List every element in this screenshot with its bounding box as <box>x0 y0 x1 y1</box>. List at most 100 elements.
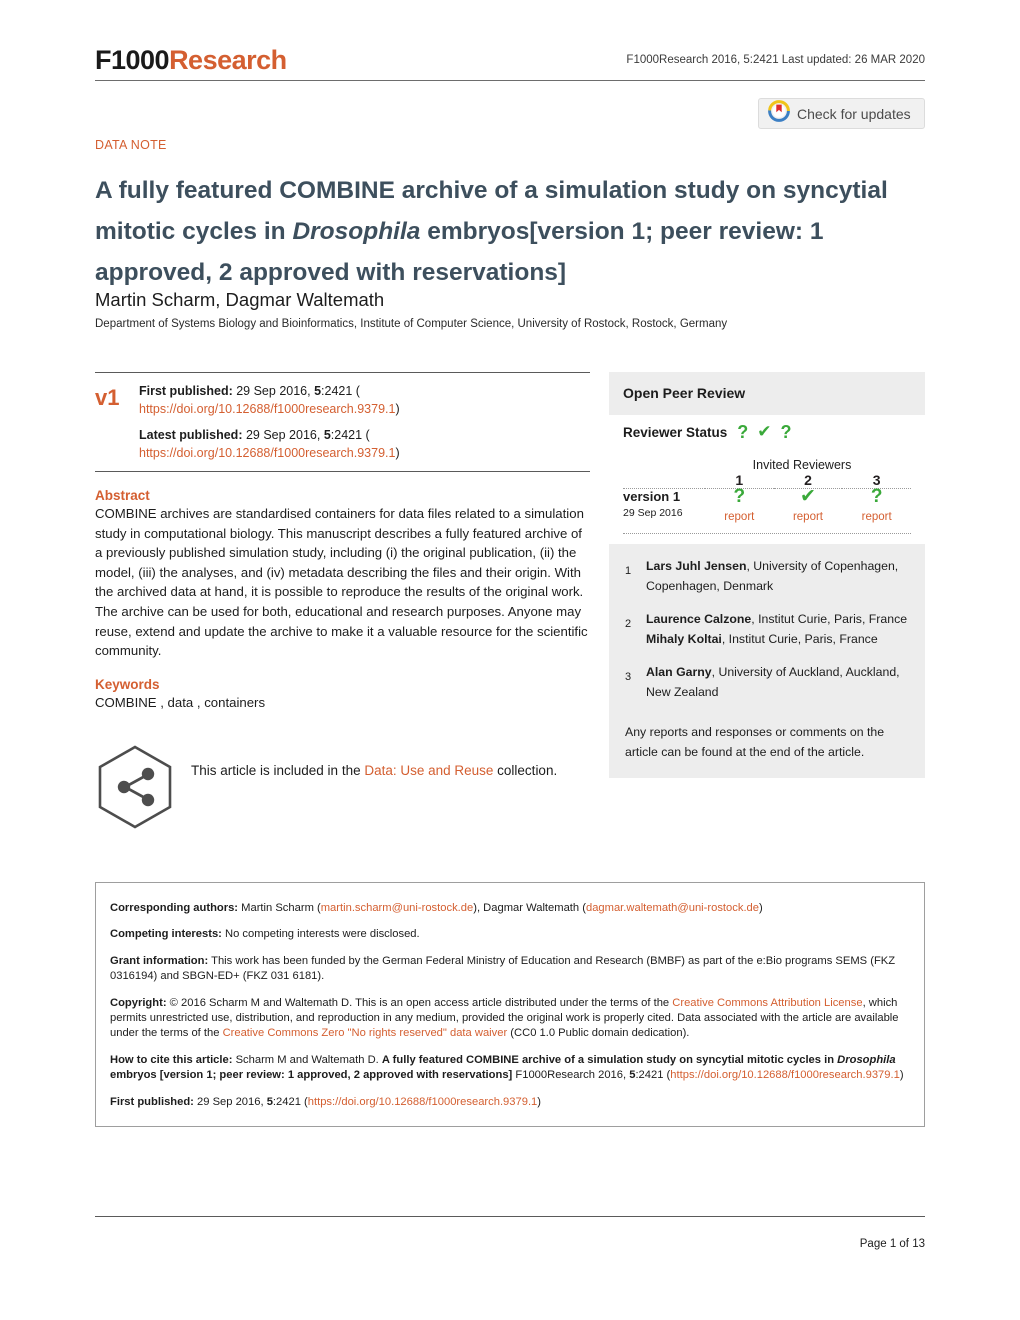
collection-prefix: This article is included in the <box>191 763 365 779</box>
corresponding-email-1[interactable]: martin.scharm@uni-rostock.de <box>321 902 474 914</box>
corresponding-email-2[interactable]: dagmar.waltemath@uni-rostock.de <box>586 902 759 914</box>
reviewer-details: Lars Juhl Jensen, University of Copenhag… <box>646 556 911 596</box>
first-published-block: First published: 29 Sep 2016, 5:2421 ( h… <box>139 383 590 418</box>
latest-published-doi-link[interactable]: https://doi.org/10.12688/f1000research.9… <box>139 446 395 460</box>
table-corner-spacer <box>623 472 705 489</box>
report-link-3[interactable]: report <box>842 511 911 523</box>
how-to-cite-line: How to cite this article: Scharm M and W… <box>110 1053 912 1084</box>
reviewer-affiliation-secondary: , Institut Curie, Paris, France <box>721 632 878 646</box>
invited-reviewers-label: Invited Reviewers <box>752 458 852 472</box>
latest-published-label: Latest published: <box>139 428 243 442</box>
reviewer-details: Alan Garny, University of Auckland, Auck… <box>646 662 911 702</box>
first-published-date: 29 Sep 2016, <box>232 384 315 398</box>
reviewer-table: Invited Reviewers 1 2 3 version 1 29 Sep… <box>609 450 925 544</box>
version-date: 29 Sep 2016 <box>623 507 683 519</box>
left-column: v1 First published: 29 Sep 2016, 5:2421 … <box>95 372 590 830</box>
question-mark-icon: ? <box>870 486 883 507</box>
reviewer-number: 2 <box>625 618 632 630</box>
competing-interests-text: No competing interests were disclosed. <box>221 928 420 941</box>
first-published-footer-label: First published: <box>110 1095 194 1108</box>
document-page: F1000Research F1000Research 2016, 5:2421… <box>0 0 1020 1320</box>
how-to-cite-journal: F1000Research 2016, <box>512 1069 630 1082</box>
check-mark-icon: ✔ <box>757 422 772 441</box>
keywords-heading: Keywords <box>95 676 160 692</box>
first-published-doi-link[interactable]: https://doi.org/10.12688/f1000research.9… <box>139 402 395 416</box>
page-number: Page 1 of 13 <box>859 1238 925 1250</box>
version-label: version 1 <box>623 489 681 504</box>
copyright-label: Copyright: <box>110 996 167 1009</box>
peer-review-footnote: Any reports and responses or comments on… <box>609 718 925 778</box>
table-bottom-divider <box>623 533 911 534</box>
corresponding-authors-line: Corresponding authors: Martin Scharm (ma… <box>110 901 912 916</box>
masthead-citation-meta: F1000Research 2016, 5:2421 Last updated:… <box>626 54 925 66</box>
footer-divider <box>95 1216 925 1217</box>
how-to-cite-issue: :2421 ( <box>635 1069 671 1082</box>
reviewer-3-cell: ? report <box>842 486 911 523</box>
masthead-divider <box>95 80 925 81</box>
share-network-hexagon-icon <box>95 744 175 830</box>
page-title: A fully featured COMBINE archive of a si… <box>95 170 907 293</box>
check-for-updates-button[interactable]: Check for updates <box>758 98 925 129</box>
open-peer-review-heading: Open Peer Review <box>609 372 925 415</box>
first-published-volume: 5 <box>314 384 322 398</box>
competing-interests-label: Competing interests: <box>110 928 222 941</box>
reviewer-name[interactable]: Laurence Calzone <box>646 612 751 626</box>
first-published-issue: :2421 ( <box>321 384 360 398</box>
collection-suffix: collection. <box>493 763 558 779</box>
list-item: 2 Laurence Calzone, Institut Curie, Pari… <box>625 609 911 649</box>
version-badge: v1 <box>95 385 120 410</box>
first-published-footer-issue: :2421 ( <box>272 1095 308 1108</box>
copyright-text-3: (CC0 1.0 Public domain dedication). <box>507 1027 690 1040</box>
report-link-2[interactable]: report <box>774 511 843 523</box>
version-cell: version 1 29 Sep 2016 <box>623 489 705 523</box>
grant-information-line: Grant information: This work has been fu… <box>110 954 912 985</box>
how-to-cite-doi-link[interactable]: https://doi.org/10.12688/f1000research.9… <box>670 1069 900 1081</box>
reviewer-secondary: Mihaly Koltai, Institut Curie, Paris, Fr… <box>646 629 911 649</box>
first-published-footer-date: 29 Sep 2016, <box>193 1095 267 1108</box>
how-to-cite-title-1: A fully featured COMBINE archive of a si… <box>381 1053 838 1066</box>
collection-link[interactable]: Data: Use and Reuse <box>364 763 493 778</box>
collection-banner: This article is included in the Data: Us… <box>95 742 590 830</box>
latest-published-volume: 5 <box>323 428 331 442</box>
f1000research-logo: F1000Research <box>95 46 287 74</box>
latest-published-paren: ) <box>395 445 400 460</box>
open-peer-review-panel: Open Peer Review Reviewer Status ? ✔ ? I… <box>609 372 925 778</box>
title-segment-2: embryos <box>420 218 530 246</box>
logo-research-text: Research <box>169 45 287 75</box>
abstract-body: COMBINE archives are standardised contai… <box>95 506 588 659</box>
latest-published-issue: :2421 ( <box>330 428 370 442</box>
reviewer-name[interactable]: Alan Garny <box>646 665 712 679</box>
author-list: Martin Scharm, Dagmar Waltemath <box>95 289 385 310</box>
reviewer-name-secondary[interactable]: Mihaly Koltai <box>646 632 722 646</box>
corresponding-authors-text-3: ) <box>759 902 763 914</box>
check-for-updates-icon <box>768 100 790 127</box>
reviewer-column-header-row: 1 2 3 <box>623 472 911 489</box>
reviewer-status-icons: ? ✔ ? <box>737 422 792 442</box>
first-published-footer-doi-link[interactable]: https://doi.org/10.12688/f1000research.9… <box>308 1096 538 1108</box>
check-mark-icon: ✔ <box>800 486 816 507</box>
how-to-cite-label: How to cite this article: <box>110 1053 233 1066</box>
list-item: 3 Alan Garny, University of Auckland, Au… <box>625 662 911 702</box>
reviewer-name[interactable]: Lars Juhl Jensen <box>646 559 746 573</box>
publication-lines: First published: 29 Sep 2016, 5:2421 ( h… <box>139 383 590 462</box>
logo-f1000-text: F1000 <box>95 45 170 75</box>
report-link-1[interactable]: report <box>705 511 774 523</box>
article-type-label: DATA NOTE <box>95 138 167 152</box>
reviewer-affiliation: , Institut Curie, Paris, France <box>751 612 908 626</box>
check-for-updates-label: Check for updates <box>797 105 911 122</box>
question-mark-icon: ? <box>737 422 749 442</box>
keywords-body: COMBINE , data , containers <box>95 694 266 710</box>
copyright-text-1: © 2016 Scharm M and Waltemath D. This is… <box>166 996 673 1009</box>
creative-commons-zero-link[interactable]: Creative Commons Zero "No rights reserve… <box>223 1027 508 1039</box>
masthead: F1000Research F1000Research 2016, 5:2421… <box>95 46 925 80</box>
corresponding-authors-text-2: ), Dagmar Waltemath ( <box>473 902 586 914</box>
question-mark-icon: ? <box>780 422 792 442</box>
reviewer-status-row: Reviewer Status ? ✔ ? <box>609 415 925 450</box>
reviewer-status-label: Reviewer Status <box>623 424 728 440</box>
reviewer-1-cell: ? report <box>705 487 774 523</box>
grant-information-text: This work has been funded by the German … <box>110 954 896 983</box>
reviewer-details: Laurence Calzone, Institut Curie, Paris,… <box>646 609 911 649</box>
latest-published-block: Latest published: 29 Sep 2016, 5:2421 ( … <box>139 427 590 462</box>
latest-published-date: 29 Sep 2016, <box>242 428 324 442</box>
creative-commons-attribution-link[interactable]: Creative Commons Attribution License <box>672 997 862 1009</box>
